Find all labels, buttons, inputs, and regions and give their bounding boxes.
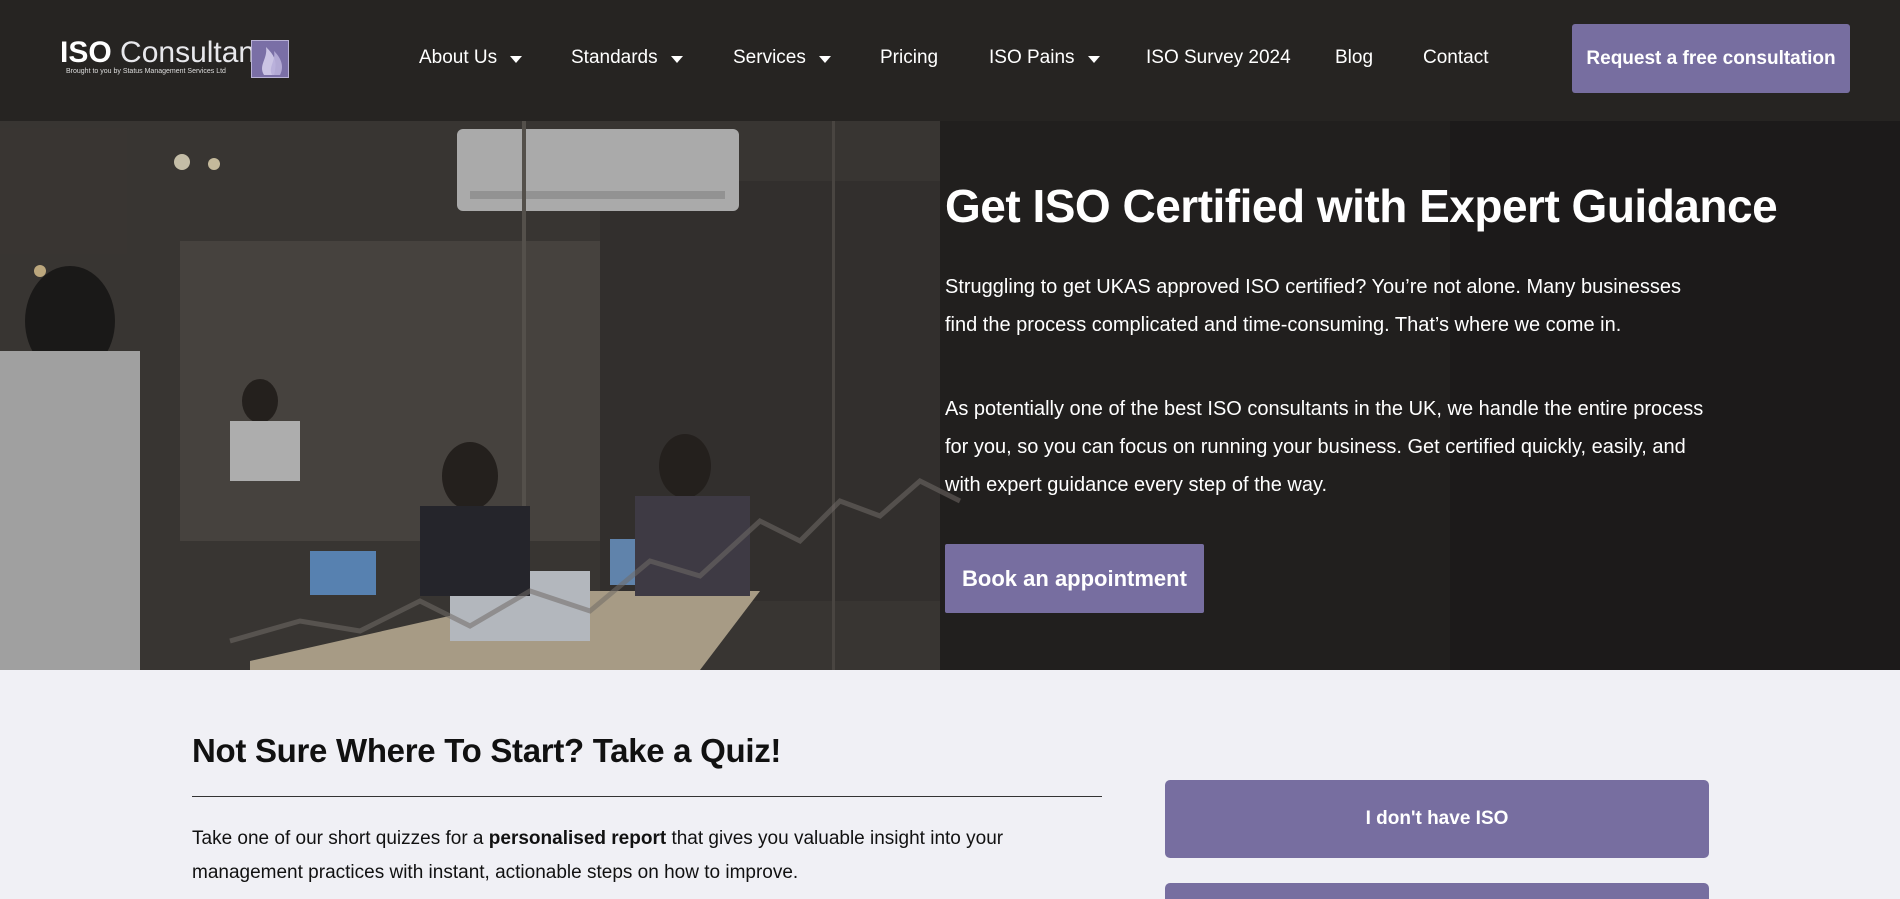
- nav-contact[interactable]: Contact: [1423, 47, 1488, 69]
- caret-down-icon: [670, 55, 683, 63]
- nav-label: Contact: [1423, 47, 1489, 68]
- caret-down-icon: [818, 55, 831, 63]
- nav-standards[interactable]: Standards: [571, 47, 683, 69]
- nav-iso-pains[interactable]: ISO Pains: [989, 47, 1100, 69]
- nav-services[interactable]: Services: [733, 47, 831, 69]
- quiz-option-button[interactable]: [1165, 883, 1709, 899]
- caret-down-icon: [510, 55, 523, 63]
- nav-label: Standards: [571, 47, 658, 68]
- nav-blog[interactable]: Blog: [1335, 47, 1373, 69]
- nav-label: ISO Pains: [989, 47, 1075, 68]
- logo-flame-icon: [251, 40, 289, 78]
- quiz-text-before: Take one of our short quizzes for a: [192, 828, 489, 849]
- caret-down-icon: [1087, 55, 1100, 63]
- site-header: ISO Consultants Brought to you by Status…: [0, 0, 1900, 121]
- nav-label: ISO Survey 2024: [1146, 47, 1291, 68]
- hero-section: Get ISO Certified with Expert Guidance S…: [0, 121, 1900, 670]
- logo-iso: ISO: [60, 36, 112, 69]
- nav-label: Blog: [1335, 47, 1374, 68]
- nav-iso-survey-2024[interactable]: ISO Survey 2024: [1146, 47, 1291, 69]
- nav-pricing[interactable]: Pricing: [880, 47, 938, 69]
- quiz-description: Take one of our short quizzes for a pers…: [192, 822, 1052, 890]
- nav-label: Pricing: [880, 47, 939, 68]
- hero-paragraph-1: Struggling to get UKAS approved ISO cert…: [945, 276, 1682, 336]
- divider: [192, 796, 1102, 797]
- logo[interactable]: ISO Consultants Brought to you by Status…: [60, 38, 290, 82]
- quiz-title: Not Sure Where To Start? Take a Quiz!: [192, 732, 782, 769]
- book-appointment-button[interactable]: Book an appointment: [945, 544, 1204, 613]
- quiz-no-iso-button[interactable]: I don't have ISO: [1165, 780, 1709, 858]
- hero-paragraph-2: As potentially one of the best ISO consu…: [945, 398, 1704, 496]
- logo-tagline: Brought to you by Status Management Serv…: [66, 68, 226, 75]
- request-consultation-button[interactable]: Request a free consultation: [1572, 24, 1850, 93]
- nav-about-us[interactable]: About Us: [419, 47, 523, 69]
- logo-wordmark: ISO Consultants: [60, 38, 278, 68]
- quiz-text-bold: personalised report: [488, 828, 667, 849]
- nav-label: About Us: [419, 47, 498, 68]
- hero-title: Get ISO Certified with Expert Guidance: [945, 180, 1778, 232]
- nav-label: Services: [733, 47, 806, 68]
